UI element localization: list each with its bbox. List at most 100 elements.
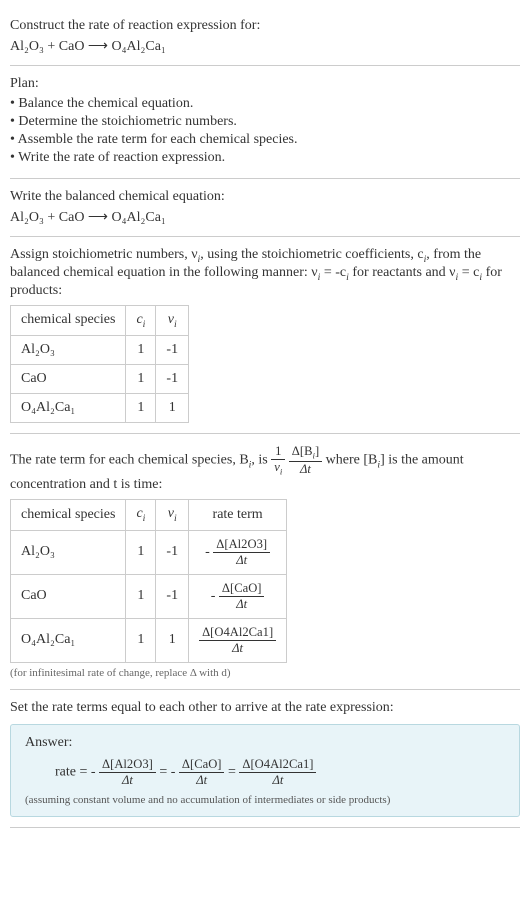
rateterm-table: chemical species ci νi rate term Al₂O₃ 1…: [10, 499, 287, 663]
plan-item: • Determine the stoichiometric numbers.: [10, 114, 520, 130]
prompt-section: Construct the rate of reaction expressio…: [10, 8, 520, 66]
text: = -c: [320, 265, 346, 280]
rate-label: rate =: [55, 764, 91, 779]
cell-species: Al₂O₃: [11, 530, 126, 574]
col-rate: rate term: [189, 499, 287, 530]
table-row: O₄Al₂Ca₁ 1 1: [11, 394, 189, 423]
denominator: Δt: [219, 597, 265, 612]
denominator: Δt: [213, 553, 270, 568]
numerator: Δ[CaO]: [179, 757, 225, 773]
table-header-row: chemical species ci νi: [11, 305, 189, 336]
text: The rate term for each chemical species,…: [10, 453, 249, 468]
stoich-intro: Assign stoichiometric numbers, νi, using…: [10, 247, 520, 299]
table-row: CaO 1 -1: [11, 365, 189, 394]
prompt-equation: Al₂O₃ + CaO ⟶ O₄Al₂Ca₁: [10, 38, 520, 55]
equals: =: [159, 764, 170, 779]
rateterm-section: The rate term for each chemical species,…: [10, 434, 520, 689]
rateterm-footnote: (for infinitesimal rate of change, repla…: [10, 667, 520, 679]
cell-species: O₄Al₂Ca₁: [11, 618, 126, 662]
denominator: Δt: [289, 462, 322, 477]
reaction-equation: Al₂O₃ + CaO ⟶ O₄Al₂Ca₁: [10, 39, 166, 54]
text: for reactants and ν: [349, 265, 456, 280]
col-ci: ci: [126, 499, 156, 530]
cell-ci: 1: [126, 394, 156, 423]
balanced-section: Write the balanced chemical equation: Al…: [10, 179, 520, 237]
fraction: Δ[O4Al2Ca1] Δt: [239, 757, 316, 788]
fraction: Δ[CaO] Δt: [179, 757, 225, 788]
cell-rate: - Δ[CaO] Δt: [189, 574, 287, 618]
cell-ci: 1: [126, 618, 156, 662]
text: , using the stoichiometric coefficients,…: [200, 247, 423, 262]
cell-ci: 1: [126, 574, 156, 618]
col-vi: νi: [156, 305, 189, 336]
final-title: Set the rate terms equal to each other t…: [10, 700, 520, 716]
cell-vi: -1: [156, 365, 189, 394]
answer-box: Answer: rate = - Δ[Al2O3] Δt = - Δ[CaO] …: [10, 724, 520, 817]
fraction: Δ[Al2O3] Δt: [99, 757, 156, 788]
table-row: Al₂O₃ 1 -1 - Δ[Al2O3] Δt: [11, 530, 287, 574]
cell-vi: -1: [156, 574, 189, 618]
neg: -: [171, 764, 176, 779]
plan-title: Plan:: [10, 76, 520, 92]
table-row: O₄Al₂Ca₁ 1 1 Δ[O4Al2Ca1] Δt: [11, 618, 287, 662]
neg: -: [91, 764, 96, 779]
cell-rate: - Δ[Al2O3] Δt: [189, 530, 287, 574]
numerator: 1: [271, 444, 285, 460]
neg: -: [205, 544, 210, 559]
final-section: Set the rate terms equal to each other t…: [10, 690, 520, 828]
denominator: Δt: [199, 641, 276, 656]
numerator: Δ[O4Al2Ca1]: [199, 625, 276, 641]
col-species: chemical species: [11, 305, 126, 336]
reaction-equation: Al₂O₃ + CaO ⟶ O₄Al₂Ca₁: [10, 210, 166, 225]
denominator: Δt: [179, 773, 225, 788]
cell-vi: 1: [156, 394, 189, 423]
cell-vi: -1: [156, 530, 189, 574]
cell-ci: 1: [126, 365, 156, 394]
cell-species: CaO: [11, 574, 126, 618]
fraction: Δ[CaO] Δt: [219, 581, 265, 612]
cell-vi: -1: [156, 336, 189, 365]
plan-item: • Write the rate of reaction expression.: [10, 150, 520, 166]
equals: =: [228, 764, 239, 779]
rateterm-intro: The rate term for each chemical species,…: [10, 444, 520, 493]
neg: -: [211, 588, 216, 603]
numerator: Δ[Al2O3]: [99, 757, 156, 773]
answer-label: Answer:: [25, 735, 505, 751]
cell-species: O₄Al₂Ca₁: [11, 394, 126, 423]
plan-section: Plan: • Balance the chemical equation. •…: [10, 66, 520, 179]
fraction: Δ[Bi] Δt: [289, 444, 322, 477]
fraction: Δ[O4Al2Ca1] Δt: [199, 625, 276, 656]
fraction: 1 νi: [271, 444, 285, 477]
denominator: Δt: [99, 773, 156, 788]
table-row: CaO 1 -1 - Δ[CaO] Δt: [11, 574, 287, 618]
stoich-table: chemical species ci νi Al₂O₃ 1 -1 CaO 1 …: [10, 305, 189, 424]
numerator: Δ[Al2O3]: [213, 537, 270, 553]
cell-rate: Δ[O4Al2Ca1] Δt: [189, 618, 287, 662]
rate-expression: rate = - Δ[Al2O3] Δt = - Δ[CaO] Δt = Δ[O…: [25, 757, 505, 788]
denominator: Δt: [239, 773, 316, 788]
cell-species: CaO: [11, 365, 126, 394]
fraction: Δ[Al2O3] Δt: [213, 537, 270, 568]
text: , is: [251, 453, 271, 468]
table-header-row: chemical species ci νi rate term: [11, 499, 287, 530]
text: where [B: [326, 453, 378, 468]
text: Assign stoichiometric numbers, ν: [10, 247, 198, 262]
cell-vi: 1: [156, 618, 189, 662]
stoich-section: Assign stoichiometric numbers, νi, using…: [10, 237, 520, 434]
col-ci: ci: [126, 305, 156, 336]
numerator: Δ[CaO]: [219, 581, 265, 597]
col-vi: νi: [156, 499, 189, 530]
denominator: νi: [271, 460, 285, 477]
cell-ci: 1: [126, 336, 156, 365]
prompt-text: Construct the rate of reaction expressio…: [10, 18, 520, 34]
plan-item: • Balance the chemical equation.: [10, 96, 520, 112]
balanced-equation: Al₂O₃ + CaO ⟶ O₄Al₂Ca₁: [10, 209, 520, 226]
numerator: Δ[O4Al2Ca1]: [239, 757, 316, 773]
plan-item: • Assemble the rate term for each chemic…: [10, 132, 520, 148]
numerator: Δ[Bi]: [289, 444, 322, 462]
balanced-title: Write the balanced chemical equation:: [10, 189, 520, 205]
cell-ci: 1: [126, 530, 156, 574]
table-row: Al₂O₃ 1 -1: [11, 336, 189, 365]
col-species: chemical species: [11, 499, 126, 530]
plan-list: • Balance the chemical equation. • Deter…: [10, 96, 520, 166]
